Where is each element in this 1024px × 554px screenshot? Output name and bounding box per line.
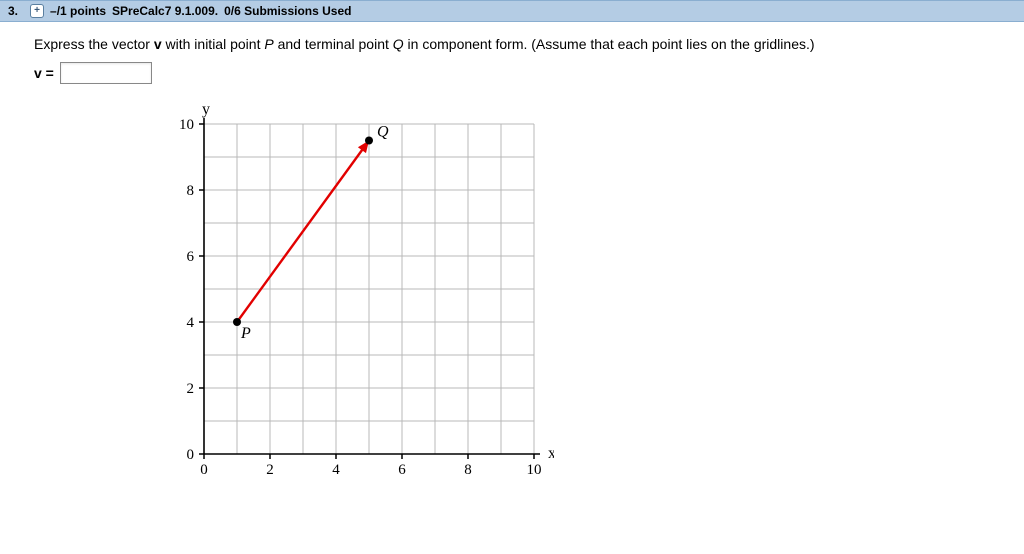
prompt-text: in component form. (Assume that each poi… bbox=[404, 36, 815, 52]
svg-text:y: y bbox=[202, 104, 210, 118]
svg-text:0: 0 bbox=[200, 462, 208, 478]
svg-text:4: 4 bbox=[187, 315, 195, 331]
question-content: Express the vector v with initial point … bbox=[0, 22, 1024, 511]
question-number: 3. bbox=[8, 4, 18, 18]
svg-text:2: 2 bbox=[266, 462, 274, 478]
prompt-point-p: P bbox=[264, 36, 273, 52]
svg-text:0: 0 bbox=[187, 447, 195, 463]
prompt-text: with initial point bbox=[162, 36, 265, 52]
svg-text:6: 6 bbox=[187, 249, 195, 265]
expand-icon[interactable]: + bbox=[30, 4, 44, 18]
svg-text:2: 2 bbox=[187, 381, 195, 397]
svg-text:8: 8 bbox=[464, 462, 472, 478]
prompt-point-q: Q bbox=[393, 36, 404, 52]
prompt-text: and terminal point bbox=[274, 36, 393, 52]
prompt-text: Express the vector bbox=[34, 36, 154, 52]
assignment-code: SPreCalc7 9.1.009. bbox=[112, 4, 218, 18]
vector-graph: 0 2 4 6 8 10 0 2 4 6 8 10 x y P Q bbox=[154, 104, 990, 497]
svg-text:x: x bbox=[548, 445, 554, 462]
question-header: 3. + –/1 points SPreCalc7 9.1.009. 0/6 S… bbox=[0, 0, 1024, 22]
svg-text:P: P bbox=[240, 325, 251, 342]
prompt-vector: v bbox=[154, 36, 162, 52]
answer-input[interactable] bbox=[60, 62, 152, 84]
svg-text:Q: Q bbox=[377, 124, 389, 141]
submissions-used: 0/6 Submissions Used bbox=[224, 4, 351, 18]
answer-label: v = bbox=[34, 65, 54, 81]
points-label: –/1 points bbox=[50, 4, 106, 18]
svg-text:4: 4 bbox=[332, 462, 340, 478]
answer-row: v = bbox=[34, 62, 990, 84]
svg-text:10: 10 bbox=[179, 117, 194, 133]
svg-text:6: 6 bbox=[398, 462, 406, 478]
svg-text:8: 8 bbox=[187, 183, 195, 199]
question-prompt: Express the vector v with initial point … bbox=[34, 36, 990, 52]
svg-text:10: 10 bbox=[527, 462, 542, 478]
graph-svg: 0 2 4 6 8 10 0 2 4 6 8 10 x y P Q bbox=[154, 104, 554, 494]
